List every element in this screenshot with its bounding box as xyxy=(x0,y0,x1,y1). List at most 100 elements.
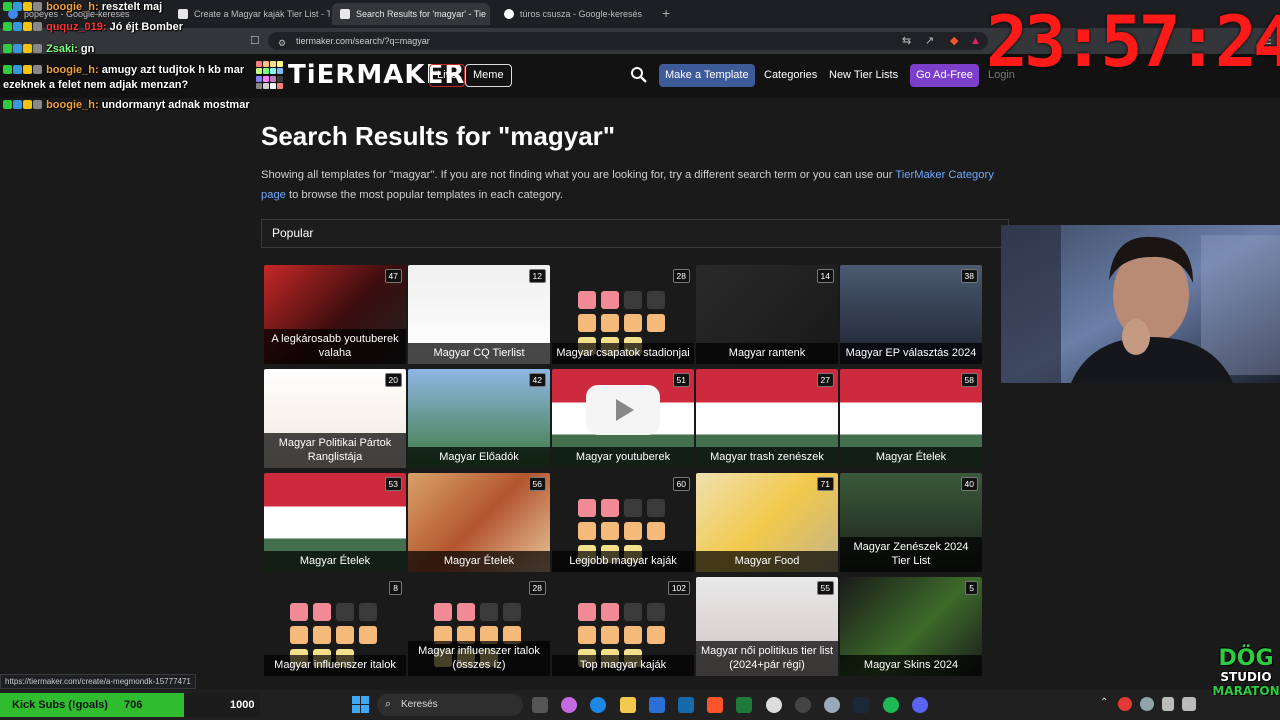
template-card[interactable]: 38 Magyar EP választás 2024 xyxy=(840,265,982,364)
template-card[interactable]: 27 Magyar trash zenészek xyxy=(696,369,838,468)
template-title: Magyar Zenészek 2024 Tier List xyxy=(840,537,982,572)
template-title: Magyar Előadók xyxy=(408,447,550,468)
template-title: Magyar youtuberek xyxy=(552,447,694,468)
template-card[interactable]: 20 Magyar Politikai Pártok Ranglistája xyxy=(264,369,406,468)
link-status-bar: https://tiermaker.com/create/a-megmondk-… xyxy=(0,674,196,689)
new-tab-icon[interactable]: + xyxy=(662,5,670,21)
item-count-badge: 38 xyxy=(960,269,978,283)
new-tier-lists-link[interactable]: New Tier Lists xyxy=(829,69,898,81)
edge-icon[interactable] xyxy=(590,697,606,713)
translate-icon[interactable]: ⇆ xyxy=(902,35,911,47)
task-view-icon[interactable] xyxy=(532,697,548,713)
chat-username: Zsaki: xyxy=(46,43,78,55)
categories-link[interactable]: Categories xyxy=(764,69,817,81)
chat-text: Jó éjt Bomber xyxy=(109,21,183,33)
taskbar-search-field[interactable]: Keresés xyxy=(377,694,523,716)
copilot-icon[interactable] xyxy=(561,697,577,713)
template-card[interactable]: 51 Magyar youtuberek xyxy=(552,369,694,468)
template-card[interactable]: 5 Magyar Skins 2024 xyxy=(840,577,982,676)
template-title: Magyar influenszer italok xyxy=(264,655,406,676)
item-count-badge: 53 xyxy=(384,477,402,491)
template-card[interactable]: 8 Magyar influenszer italok xyxy=(264,577,406,676)
template-card[interactable]: 53 Magyar Ételek xyxy=(264,473,406,572)
template-card[interactable]: 71 Magyar Food xyxy=(696,473,838,572)
tiermaker-favicon-icon xyxy=(340,9,350,19)
template-card[interactable]: 28 Magyar influenszer italok (összes íz) xyxy=(408,577,550,676)
template-title: Magyar Ételek xyxy=(264,551,406,572)
meme-button[interactable]: Meme xyxy=(465,64,512,87)
template-title: Top magyar kaják xyxy=(552,655,694,676)
logo-grid-icon xyxy=(256,61,284,89)
item-count-badge: 56 xyxy=(528,477,546,491)
template-card[interactable]: 58 Magyar Ételek xyxy=(840,369,982,468)
template-card[interactable]: 55 Magyar női politikus tier list (2024+p… xyxy=(696,577,838,676)
spotify-icon[interactable] xyxy=(883,697,899,713)
discord-icon[interactable] xyxy=(912,697,928,713)
live-button[interactable]: Live xyxy=(429,64,466,87)
network-icon[interactable] xyxy=(1182,697,1196,711)
settings-icon[interactable] xyxy=(824,697,840,713)
template-title: Magyar trash zenészek xyxy=(696,447,838,468)
microphone-icon[interactable] xyxy=(1162,697,1174,711)
tab-label: túros csusza - Google-keresés xyxy=(520,9,643,19)
template-title: Magyar CQ Tierlist xyxy=(408,343,550,364)
tray-chevron-icon[interactable]: ⌃ xyxy=(1100,697,1108,708)
tab-create-tier-list[interactable]: Create a Magyar kaják Tier List - Tier xyxy=(170,3,330,25)
chat-username: ququz_019: xyxy=(46,21,107,33)
page-title: Search Results for "magyar" xyxy=(261,121,616,151)
chat-text: gn xyxy=(80,43,95,55)
item-count-badge: 20 xyxy=(384,373,402,387)
rewards-icon[interactable]: ▲ xyxy=(970,35,981,47)
template-title: Magyar csapatok stadionjai xyxy=(552,343,694,364)
tab-label: Create a Magyar kaják Tier List - Tier xyxy=(194,9,330,19)
brave-icon[interactable] xyxy=(707,697,723,713)
tab-search-results[interactable]: Search Results for 'magyar' - Tie × xyxy=(332,3,490,25)
template-card[interactable]: 42 Magyar Előadók xyxy=(408,369,550,468)
site-info-icon[interactable]: ⚙ xyxy=(278,37,286,49)
template-card[interactable]: 102 Top magyar kaják xyxy=(552,577,694,676)
dog-studio-marathon-logo: DÖG STUDIO MARATON xyxy=(1212,648,1280,714)
share-icon[interactable]: ↗ xyxy=(925,35,934,47)
template-card[interactable]: 14 Magyar rantenk xyxy=(696,265,838,364)
kick-current-count: 706 xyxy=(124,699,143,711)
tray-app-icon[interactable] xyxy=(1118,697,1132,711)
search-icon[interactable] xyxy=(630,66,648,84)
popular-section-header: Popular xyxy=(261,219,1009,248)
item-count-badge: 58 xyxy=(960,373,978,387)
template-title: Magyar rantenk xyxy=(696,343,838,364)
template-card[interactable]: 28 Magyar csapatok stadionjai xyxy=(552,265,694,364)
item-count-badge: 12 xyxy=(528,269,546,283)
brave-shield-icon[interactable]: ◆ xyxy=(950,35,958,47)
url-field[interactable]: tiermaker.com/search/?q=magyar xyxy=(268,32,988,50)
template-card[interactable]: 12 Magyar CQ Tierlist xyxy=(408,265,550,364)
template-card[interactable]: 47 A legkárosabb youtuberek valaha xyxy=(264,265,406,364)
template-title: Magyar Politikai Pártok Ranglistája xyxy=(264,433,406,468)
tab-turos-csusza[interactable]: túros csusza - Google-keresés xyxy=(496,3,656,25)
app-icon[interactable] xyxy=(795,697,811,713)
store-icon[interactable] xyxy=(649,697,665,713)
search-description: Showing all templates for "magyar". If y… xyxy=(261,165,1011,205)
mail-icon[interactable] xyxy=(678,697,694,713)
item-count-badge: 28 xyxy=(528,581,546,595)
template-card[interactable]: 60 Legjobb magyar kaják xyxy=(552,473,694,572)
excel-icon[interactable] xyxy=(736,697,752,713)
template-title: Magyar női politikus tier list (2024+pár… xyxy=(696,641,838,676)
item-count-badge: 102 xyxy=(667,581,690,595)
template-title: Magyar influenszer italok (összes íz) xyxy=(408,641,550,676)
chat-message: Zsaki: gn xyxy=(3,42,94,56)
bookmark-icon[interactable]: ☐ xyxy=(250,35,260,47)
studio-logo-line: MARATON xyxy=(1212,684,1280,698)
chat-username: boogie_h: xyxy=(46,1,99,13)
chat-message: ezeknek a felet nem adjak menzan? xyxy=(3,78,188,92)
item-count-badge: 5 xyxy=(965,581,978,595)
tray-cloud-icon[interactable] xyxy=(1140,697,1154,711)
item-count-badge: 47 xyxy=(384,269,402,283)
make-template-button[interactable]: Make a Template xyxy=(659,64,755,87)
obs-icon[interactable] xyxy=(766,697,782,713)
file-explorer-icon[interactable] xyxy=(620,697,636,713)
windows-start-icon[interactable] xyxy=(352,696,369,713)
go-ad-free-button[interactable]: Go Ad-Free xyxy=(910,64,979,87)
steam-icon[interactable] xyxy=(853,697,869,713)
template-card[interactable]: 56 Magyar Ételek xyxy=(408,473,550,572)
template-card[interactable]: 40 Magyar Zenészek 2024 Tier List xyxy=(840,473,982,572)
